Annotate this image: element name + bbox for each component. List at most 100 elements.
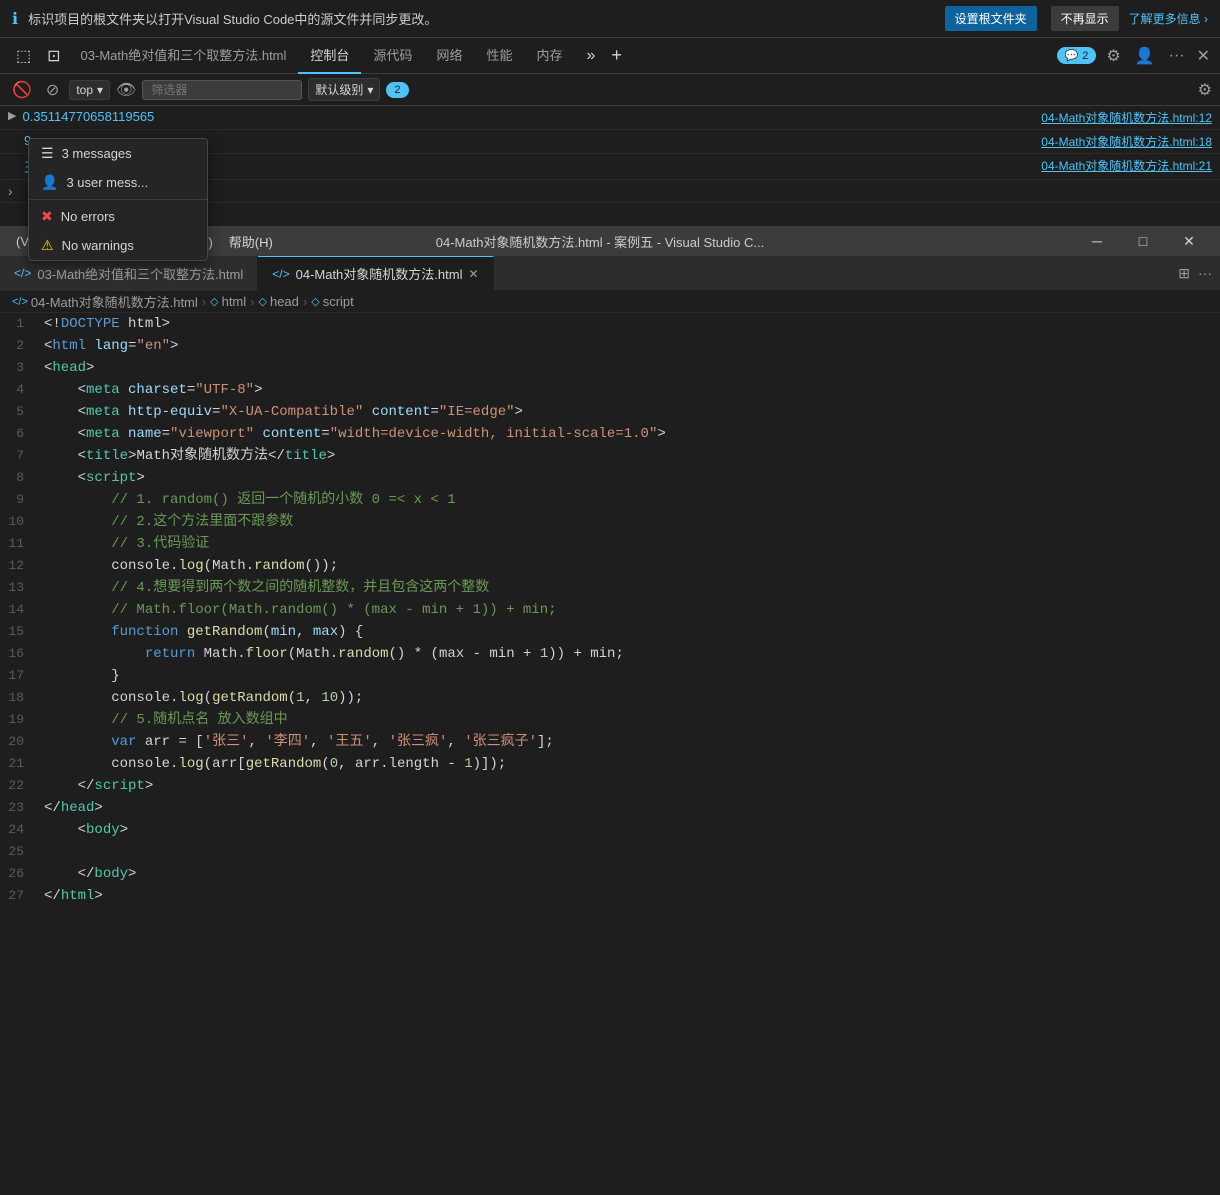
line-content[interactable]: // 4.想要得到两个数之间的随机整数，并且包含这两个整数	[40, 577, 1220, 599]
tab-sources[interactable]: 源代码	[361, 38, 424, 74]
console-dropdown: ☰ 3 messages 👤 3 user mess... ✖ No error…	[28, 138, 208, 261]
breadcrumb-html: html	[222, 294, 247, 309]
line-content[interactable]: return Math.floor(Math.random() * (max -…	[40, 643, 1220, 665]
close-window-button[interactable]: ✕	[1166, 226, 1212, 256]
line-content[interactable]: <!DOCTYPE html>	[40, 313, 1220, 335]
line-content[interactable]: console.log(Math.random());	[40, 555, 1220, 577]
code-line: 9 // 1. random() 返回一个随机的小数 0 =< x < 1	[0, 489, 1220, 511]
line-content[interactable]: <head>	[40, 357, 1220, 379]
line-content[interactable]: console.log(getRandom(1, 10));	[40, 687, 1220, 709]
info-bar: ℹ 标识项目的根文件夹以打开Visual Studio Code中的源文件并同步…	[0, 0, 1220, 38]
line-number: 24	[0, 819, 40, 841]
code-line: 11 // 3.代码验证	[0, 533, 1220, 555]
close-devtools-icon[interactable]: ✕	[1197, 46, 1210, 66]
line-content[interactable]: </head>	[40, 797, 1220, 819]
message-link-3[interactable]: 04-Math对象随机数方法.html:21	[1041, 157, 1212, 174]
line-content[interactable]: // 1. random() 返回一个随机的小数 0 =< x < 1	[40, 489, 1220, 511]
line-number: 3	[0, 357, 40, 379]
minimize-button[interactable]: ─	[1074, 226, 1120, 256]
line-content[interactable]: </html>	[40, 885, 1220, 907]
add-tab-button[interactable]: +	[603, 41, 630, 70]
line-content[interactable]: // Math.floor(Math.random() * (max - min…	[40, 599, 1220, 621]
line-content[interactable]: <meta charset="UTF-8">	[40, 379, 1220, 401]
split-editor-icon[interactable]: ⊞	[1178, 265, 1190, 282]
line-content[interactable]: <body>	[40, 819, 1220, 841]
filter-input[interactable]	[142, 80, 302, 100]
cursor-icon-button[interactable]: ⬚	[8, 42, 39, 70]
more-tab-options-icon[interactable]: ···	[1198, 265, 1212, 281]
close-tab-icon[interactable]: ✕	[468, 267, 478, 281]
breadcrumb: </> 04-Math对象随机数方法.html › ◇ html › ◇ hea…	[0, 291, 1220, 313]
breadcrumb-script: script	[323, 294, 354, 309]
dropdown-label-messages: 3 messages	[62, 146, 132, 161]
line-content[interactable]: <html lang="en">	[40, 335, 1220, 357]
filter-toggle-button[interactable]: ⊘	[42, 78, 63, 102]
tab-network[interactable]: 网络	[424, 38, 474, 74]
code-line: 24 <body>	[0, 819, 1220, 841]
gear-icon[interactable]: ⚙	[1106, 46, 1120, 66]
code-line: 10 // 2.这个方法里面不跟参数	[0, 511, 1220, 533]
context-selector[interactable]: top ▾	[69, 80, 110, 100]
dropdown-item-user-messages[interactable]: 👤 3 user mess...	[29, 168, 207, 197]
message-link-2[interactable]: 04-Math对象随机数方法.html:18	[1041, 133, 1212, 150]
clear-console-button[interactable]: 🚫	[8, 78, 36, 102]
expand-more-icon[interactable]: ›	[8, 183, 13, 199]
breadcrumb-head: head	[270, 294, 299, 309]
tab-memory[interactable]: 内存	[524, 38, 574, 74]
code-line: 13 // 4.想要得到两个数之间的随机整数，并且包含这两个整数	[0, 577, 1220, 599]
tab-label-03: 03-Math绝对值和三个取整方法.html	[37, 264, 243, 283]
file-icon-active: </>	[272, 267, 289, 281]
no-show-button[interactable]: 不再显示	[1051, 6, 1119, 31]
line-content[interactable]: </script>	[40, 775, 1220, 797]
messages-icon: ☰	[41, 145, 54, 162]
line-content[interactable]: var arr = ['张三', '李四', '王五', '张三疯', '张三疯…	[40, 731, 1220, 753]
dropdown-item-errors[interactable]: ✖ No errors	[29, 202, 207, 231]
bc-file[interactable]: </> 04-Math对象随机数方法.html	[12, 292, 198, 311]
dropdown-item-warnings[interactable]: ⚠ No warnings	[29, 231, 207, 260]
line-content[interactable]: function getRandom(min, max) {	[40, 621, 1220, 643]
tab-console[interactable]: 控制台	[298, 38, 361, 74]
line-content[interactable]: </body>	[40, 863, 1220, 885]
bc-head[interactable]: ◇ head	[259, 294, 299, 309]
line-content[interactable]: <script>	[40, 467, 1220, 489]
line-content[interactable]: // 5.随机点名 放入数组中	[40, 709, 1220, 731]
tab-performance[interactable]: 性能	[474, 38, 524, 74]
console-settings-icon[interactable]: ⚙	[1198, 80, 1212, 100]
expand-arrow-icon[interactable]: ▶	[8, 109, 16, 122]
set-root-button[interactable]: 设置根文件夹	[945, 6, 1037, 31]
code-line: 16 return Math.floor(Math.random() * (ma…	[0, 643, 1220, 665]
more-options-icon[interactable]: ···	[1169, 47, 1185, 65]
log-level-selector[interactable]: 默认级别 ▾	[308, 78, 380, 101]
line-number: 1	[0, 313, 40, 335]
line-content[interactable]: <meta name="viewport" content="width=dev…	[40, 423, 1220, 445]
person-icon[interactable]: 👤	[1135, 46, 1155, 66]
line-content[interactable]: // 3.代码验证	[40, 533, 1220, 555]
learn-more-button[interactable]: 了解更多信息 ›	[1129, 10, 1208, 27]
eye-icon[interactable]: 👁	[116, 80, 136, 100]
line-content[interactable]: console.log(arr[getRandom(0, arr.length …	[40, 753, 1220, 775]
code-line: 20 var arr = ['张三', '李四', '王五', '张三疯', '…	[0, 731, 1220, 753]
badge-count: 💬 2	[1057, 47, 1097, 64]
line-content[interactable]: // 2.这个方法里面不跟参数	[40, 511, 1220, 533]
tab-elements[interactable]: 03-Math绝对值和三个取整方法.html	[69, 38, 299, 74]
line-content[interactable]: <meta http-equiv="X-UA-Compatible" conte…	[40, 401, 1220, 423]
line-content[interactable]: }	[40, 665, 1220, 687]
code-line: 22 </script>	[0, 775, 1220, 797]
more-tabs-button[interactable]: »	[578, 43, 603, 69]
vscode-editor-tabs: </> 03-Math绝对值和三个取整方法.html </> 04-Math对象…	[0, 256, 1220, 291]
message-link-1[interactable]: 04-Math对象随机数方法.html:12	[1041, 109, 1212, 126]
tab-file-04[interactable]: </> 04-Math对象随机数方法.html ✕	[258, 256, 493, 291]
bc-html[interactable]: ◇ html	[210, 294, 246, 309]
code-line: 15 function getRandom(min, max) {	[0, 621, 1220, 643]
device-icon-button[interactable]: ⊡	[39, 42, 68, 70]
devtools-tabs: ⬚ ⊡ 03-Math绝对值和三个取整方法.html 控制台 源代码 网络 性能…	[0, 38, 1220, 74]
breadcrumb-file-icon: </>	[12, 296, 28, 308]
line-content[interactable]: <title>Math对象随机数方法</title>	[40, 445, 1220, 467]
dropdown-item-messages[interactable]: ☰ 3 messages	[29, 139, 207, 168]
maximize-button[interactable]: □	[1120, 226, 1166, 256]
bc-script[interactable]: ◇ script	[311, 294, 354, 309]
menu-help[interactable]: 帮助(H)	[221, 226, 281, 256]
user-messages-icon: 👤	[41, 174, 58, 191]
line-number: 10	[0, 511, 40, 533]
dropdown-label-warnings: No warnings	[62, 238, 134, 253]
